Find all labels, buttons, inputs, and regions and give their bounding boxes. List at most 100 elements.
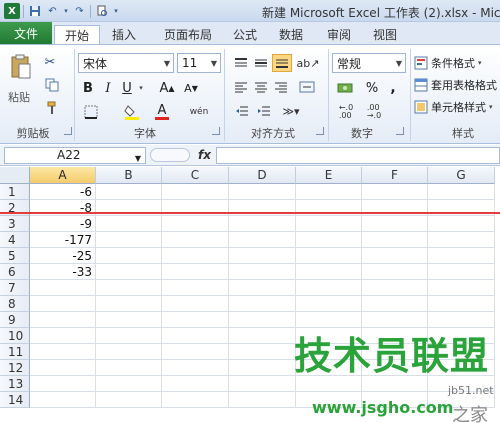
- cell-b6[interactable]: [96, 264, 162, 280]
- phonetic-guide-icon[interactable]: wén: [188, 103, 210, 121]
- cell-b7[interactable]: [96, 280, 162, 296]
- cell-e1[interactable]: [296, 184, 362, 200]
- cell-d4[interactable]: [229, 232, 296, 248]
- row-header[interactable]: 13: [0, 376, 30, 392]
- cell-g7[interactable]: [428, 280, 495, 296]
- cell-c10[interactable]: [162, 328, 229, 344]
- align-left-icon[interactable]: [232, 79, 250, 95]
- customize-qat-icon[interactable]: ▾: [112, 4, 120, 19]
- row-header[interactable]: 9: [0, 312, 30, 328]
- row-header[interactable]: 12: [0, 360, 30, 376]
- cell-a11[interactable]: [30, 344, 96, 360]
- text-orientation-icon[interactable]: ab↗: [296, 55, 320, 71]
- cell-d6[interactable]: [229, 264, 296, 280]
- underline-dropdown-icon[interactable]: ▾: [138, 83, 144, 93]
- grow-font-icon[interactable]: A ▲: [158, 79, 176, 97]
- align-bottom-icon[interactable]: [272, 54, 292, 72]
- cell-g8[interactable]: [428, 296, 495, 312]
- cell-g5[interactable]: [428, 248, 495, 264]
- align-middle-icon[interactable]: [252, 55, 270, 71]
- cell-e3[interactable]: [296, 216, 362, 232]
- increase-decimal-icon[interactable]: ←.0.00: [334, 103, 358, 121]
- cell-b5[interactable]: [96, 248, 162, 264]
- cell-d11[interactable]: [229, 344, 296, 360]
- column-header-g[interactable]: G: [428, 167, 495, 184]
- cell-d1[interactable]: [229, 184, 296, 200]
- merge-center-icon[interactable]: [296, 79, 318, 95]
- fill-color-icon[interactable]: [122, 103, 142, 121]
- decrease-indent-icon[interactable]: [232, 103, 252, 119]
- column-header-d[interactable]: D: [229, 167, 296, 184]
- column-header-a[interactable]: A: [30, 167, 96, 184]
- row-header[interactable]: 4: [0, 232, 30, 248]
- cell-b9[interactable]: [96, 312, 162, 328]
- cell-styles-button[interactable]: 单元格样式 ▾: [414, 99, 500, 115]
- cell-a5[interactable]: -25: [30, 248, 96, 264]
- column-header-c[interactable]: C: [162, 167, 229, 184]
- cell-c7[interactable]: [162, 280, 229, 296]
- cell-g4[interactable]: [428, 232, 495, 248]
- tab-view[interactable]: 视图: [368, 25, 402, 44]
- tab-review[interactable]: 审阅: [322, 25, 356, 44]
- cell-b11[interactable]: [96, 344, 162, 360]
- shrink-font-icon[interactable]: A ▼: [182, 79, 200, 97]
- cell-c9[interactable]: [162, 312, 229, 328]
- conditional-formatting-button[interactable]: 条件格式 ▾: [414, 55, 500, 71]
- cell-a7[interactable]: [30, 280, 96, 296]
- cell-a3[interactable]: -9: [30, 216, 96, 232]
- alignment-launcher-icon[interactable]: [316, 127, 324, 135]
- cell-f7[interactable]: [362, 280, 428, 296]
- cell-g3[interactable]: [428, 216, 495, 232]
- cell-a14[interactable]: [30, 392, 96, 408]
- row-header[interactable]: 5: [0, 248, 30, 264]
- cell-c4[interactable]: [162, 232, 229, 248]
- row-header[interactable]: 1: [0, 184, 30, 200]
- cell-c5[interactable]: [162, 248, 229, 264]
- tab-data[interactable]: 数据: [274, 25, 308, 44]
- font-name-combo[interactable]: 宋体 ▼: [78, 53, 174, 73]
- cell-b8[interactable]: [96, 296, 162, 312]
- row-header[interactable]: 3: [0, 216, 30, 232]
- tab-insert[interactable]: 插入: [104, 25, 144, 44]
- select-all-corner[interactable]: [0, 167, 30, 184]
- row-header[interactable]: 10: [0, 328, 30, 344]
- column-header-b[interactable]: B: [96, 167, 162, 184]
- copy-icon[interactable]: [42, 77, 64, 93]
- cell-b14[interactable]: [96, 392, 162, 408]
- redo-icon[interactable]: ↷: [72, 4, 87, 19]
- cell-d8[interactable]: [229, 296, 296, 312]
- formula-input[interactable]: [216, 147, 500, 164]
- excel-app-icon[interactable]: X: [4, 3, 20, 19]
- cell-a10[interactable]: [30, 328, 96, 344]
- underline-icon[interactable]: U: [119, 79, 135, 97]
- cell-e7[interactable]: [296, 280, 362, 296]
- cell-d13[interactable]: [229, 376, 296, 392]
- cell-d12[interactable]: [229, 360, 296, 376]
- cell-d14[interactable]: [229, 392, 296, 408]
- italic-icon[interactable]: I: [100, 79, 116, 97]
- cell-f8[interactable]: [362, 296, 428, 312]
- align-top-icon[interactable]: [232, 55, 250, 71]
- cell-b13[interactable]: [96, 376, 162, 392]
- cell-c12[interactable]: [162, 360, 229, 376]
- percent-style-icon[interactable]: %: [364, 79, 380, 97]
- cell-f1[interactable]: [362, 184, 428, 200]
- font-size-combo[interactable]: 11 ▼: [177, 53, 221, 73]
- cell-b1[interactable]: [96, 184, 162, 200]
- cell-c14[interactable]: [162, 392, 229, 408]
- row-header[interactable]: 8: [0, 296, 30, 312]
- cell-e8[interactable]: [296, 296, 362, 312]
- undo-icon[interactable]: ↶: [45, 4, 60, 19]
- accounting-format-icon[interactable]: [334, 79, 356, 97]
- font-color-icon[interactable]: A: [152, 103, 172, 121]
- align-right-icon[interactable]: [272, 79, 290, 95]
- cell-b10[interactable]: [96, 328, 162, 344]
- cell-a12[interactable]: [30, 360, 96, 376]
- font-launcher-icon[interactable]: [212, 127, 220, 135]
- cell-f6[interactable]: [362, 264, 428, 280]
- cell-g1[interactable]: [428, 184, 495, 200]
- cell-f4[interactable]: [362, 232, 428, 248]
- tab-formulas[interactable]: 公式: [228, 25, 262, 44]
- cell-a13[interactable]: [30, 376, 96, 392]
- insert-function-icon[interactable]: fx: [198, 148, 211, 162]
